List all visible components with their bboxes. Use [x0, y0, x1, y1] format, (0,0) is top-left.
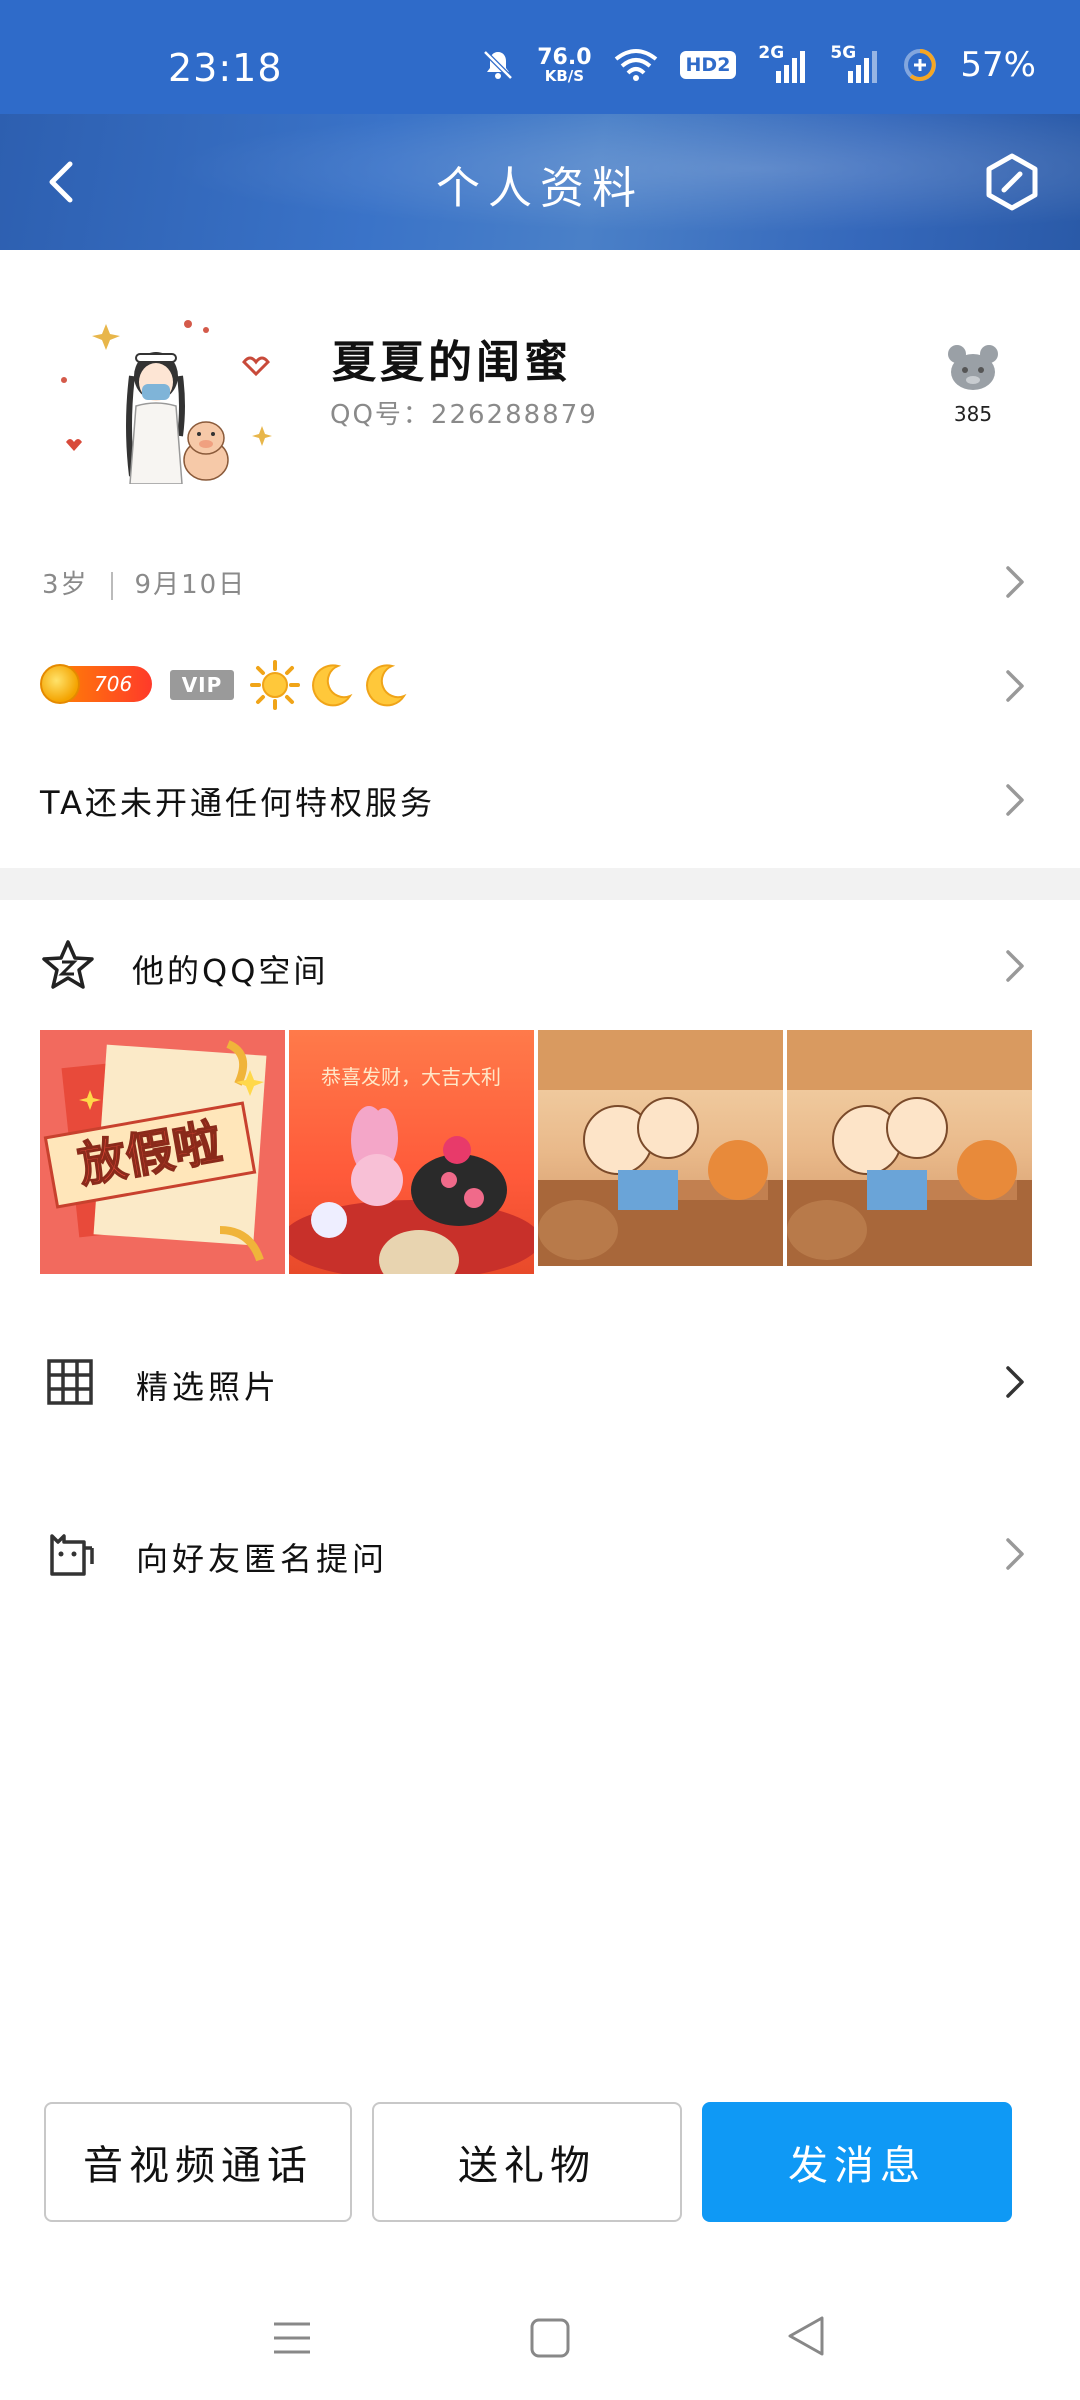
likes-count: 385	[953, 402, 993, 426]
signal-sim2-icon: 5G	[830, 43, 880, 85]
mute-bell-icon	[483, 50, 514, 80]
heart-icon	[66, 439, 82, 451]
likes-counter[interactable]: 385	[940, 340, 1006, 426]
chevron-right-icon	[1006, 1366, 1024, 1398]
status-icons: 76.0 KB/S HD2 2G 5G 57%	[481, 40, 1036, 90]
chevron-right-icon	[1006, 670, 1024, 702]
anonymous-question-label: 向好友匿名提问	[136, 1540, 389, 1578]
question-box-icon	[50, 1534, 94, 1576]
send-gift-button[interactable]: 送礼物	[372, 2102, 682, 2222]
anonymous-question-row[interactable]: 向好友匿名提问	[0, 1526, 1080, 1582]
hd-badge: HD2	[679, 51, 737, 79]
coin-icon	[40, 664, 80, 704]
status-time: 23:18	[168, 46, 283, 90]
chevron-right-icon	[1006, 566, 1024, 598]
avatar[interactable]	[56, 314, 276, 484]
system-nav-bar	[0, 2280, 1080, 2400]
qzone-row[interactable]: 他的QQ空间	[0, 938, 1080, 994]
privilege-row[interactable]: TA还未开通任何特权服务	[0, 772, 1080, 824]
age: 3岁	[42, 570, 89, 600]
home-icon[interactable]	[528, 2316, 572, 2360]
nav-back-icon[interactable]	[784, 2314, 828, 2358]
privilege-text: TA还未开通任何特权服务	[40, 784, 435, 822]
nickname: 夏夏的闺蜜	[332, 337, 572, 388]
like-icon	[948, 345, 998, 390]
grid-icon	[47, 1359, 93, 1405]
basic-info-row[interactable]: 3岁 9月10日	[0, 556, 1080, 608]
separator	[110, 571, 113, 600]
qzone-thumbnail[interactable]: 恭喜发财，大吉大利	[289, 1030, 534, 1274]
video-call-button[interactable]: 音视频通话	[44, 2102, 352, 2222]
qzone-thumbnail[interactable]	[538, 1030, 783, 1274]
thumbnail-caption: 恭喜发财，大吉大利	[321, 1065, 501, 1089]
chevron-right-icon	[1006, 784, 1024, 816]
moon-icon	[366, 664, 407, 707]
badges-row[interactable]: 706 VIP	[0, 660, 1080, 714]
birthday: 9月10日	[134, 570, 247, 600]
header-bar: 个人资料	[0, 114, 1080, 250]
chevron-right-icon	[1006, 950, 1024, 982]
battery-percent: 57%	[960, 45, 1036, 85]
qzone-star-icon	[42, 940, 94, 989]
level-badge: 706	[40, 664, 152, 704]
wifi-icon	[614, 49, 657, 81]
vip-badge: VIP	[170, 670, 234, 700]
qzone-label: 他的QQ空间	[132, 952, 329, 990]
battery-icon	[904, 49, 937, 81]
qq-number: QQ号：226288879	[330, 400, 598, 430]
recent-apps-icon[interactable]	[270, 2316, 314, 2360]
sun-icon	[250, 660, 300, 710]
heart-icon	[242, 356, 270, 377]
signal-sim1-icon: 2G	[758, 43, 808, 85]
section-divider	[0, 868, 1080, 900]
sparkle-icon	[92, 324, 120, 350]
qzone-thumbnails: 放假啦 恭喜发财，大吉大利	[40, 1030, 1034, 1274]
page-title: 个人资料	[436, 163, 644, 214]
qzone-thumbnail[interactable]	[787, 1030, 1032, 1274]
qzone-thumbnail[interactable]: 放假啦	[40, 1030, 285, 1274]
featured-photos-row[interactable]: 精选照片	[0, 1354, 1080, 1410]
send-message-button[interactable]: 发消息	[702, 2102, 1012, 2222]
status-bar: 23:18 76.0 KB/S HD2 2G 5G 57%	[0, 0, 1080, 114]
featured-photos-label: 精选照片	[136, 1368, 281, 1406]
settings-hexagon-icon[interactable]	[982, 152, 1042, 212]
chevron-right-icon	[1006, 1538, 1024, 1570]
net-speed: 76.0 KB/S	[537, 44, 592, 85]
moon-icon	[312, 664, 353, 707]
